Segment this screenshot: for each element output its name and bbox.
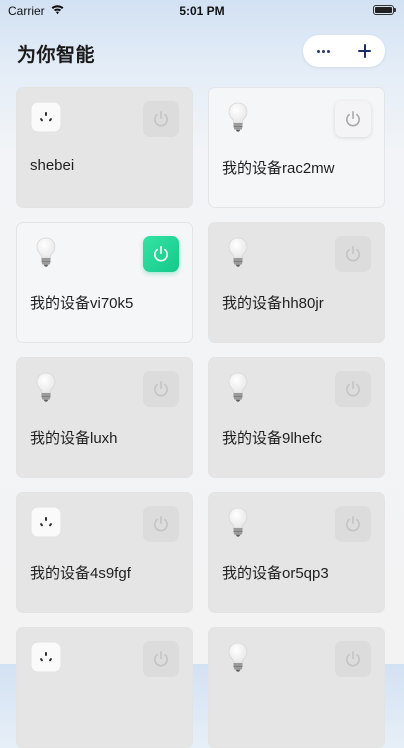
bulb-icon — [30, 236, 62, 268]
bulb-icon — [222, 101, 254, 133]
device-card[interactable]: 我的设备luxh — [16, 357, 193, 478]
socket-icon — [30, 101, 62, 133]
device-card[interactable]: 我的设备9lhefc — [208, 357, 385, 478]
device-card[interactable]: shebei — [16, 87, 193, 208]
device-name: 我的设备or5qp3 — [222, 565, 329, 582]
power-button[interactable] — [143, 101, 179, 137]
power-button[interactable] — [335, 371, 371, 407]
device-name: 我的设备4s9fgf — [30, 565, 131, 582]
power-button[interactable] — [335, 236, 371, 272]
power-button[interactable] — [143, 641, 179, 677]
device-name: 我的设备rac2mw — [222, 160, 335, 177]
device-card[interactable] — [208, 627, 385, 748]
power-button[interactable] — [143, 506, 179, 542]
status-bar: Carrier 5:01 PM — [0, 0, 404, 22]
socket-icon — [30, 506, 62, 538]
bulb-icon — [222, 236, 254, 268]
device-name: 我的设备vi70k5 — [30, 295, 134, 312]
socket-icon — [30, 641, 62, 673]
battery-icon — [373, 5, 396, 15]
status-time: 5:01 PM — [179, 4, 225, 18]
power-button[interactable] — [335, 506, 371, 542]
device-card[interactable]: 我的设备rac2mw — [208, 87, 385, 208]
page-title: 为你智能 — [17, 45, 96, 66]
device-card[interactable] — [16, 627, 193, 748]
bulb-icon — [222, 371, 254, 403]
power-button[interactable] — [143, 236, 179, 272]
bulb-icon — [30, 371, 62, 403]
header-actions — [303, 35, 385, 67]
device-name: 我的设备luxh — [30, 430, 118, 447]
bulb-icon — [222, 506, 254, 538]
power-button[interactable] — [143, 371, 179, 407]
power-button[interactable] — [335, 641, 371, 677]
device-name: 我的设备9lhefc — [222, 430, 323, 447]
more-button[interactable] — [303, 35, 344, 67]
device-name: shebei — [30, 157, 75, 174]
add-device-button[interactable] — [344, 35, 385, 67]
device-card[interactable]: 我的设备or5qp3 — [208, 492, 385, 613]
device-card[interactable]: 我的设备hh80jr — [208, 222, 385, 343]
power-button[interactable] — [335, 101, 371, 137]
device-card[interactable]: 我的设备vi70k5 — [16, 222, 193, 343]
device-name: 我的设备hh80jr — [222, 295, 324, 312]
device-card[interactable]: 我的设备4s9fgf — [16, 492, 193, 613]
bulb-icon — [222, 641, 254, 673]
